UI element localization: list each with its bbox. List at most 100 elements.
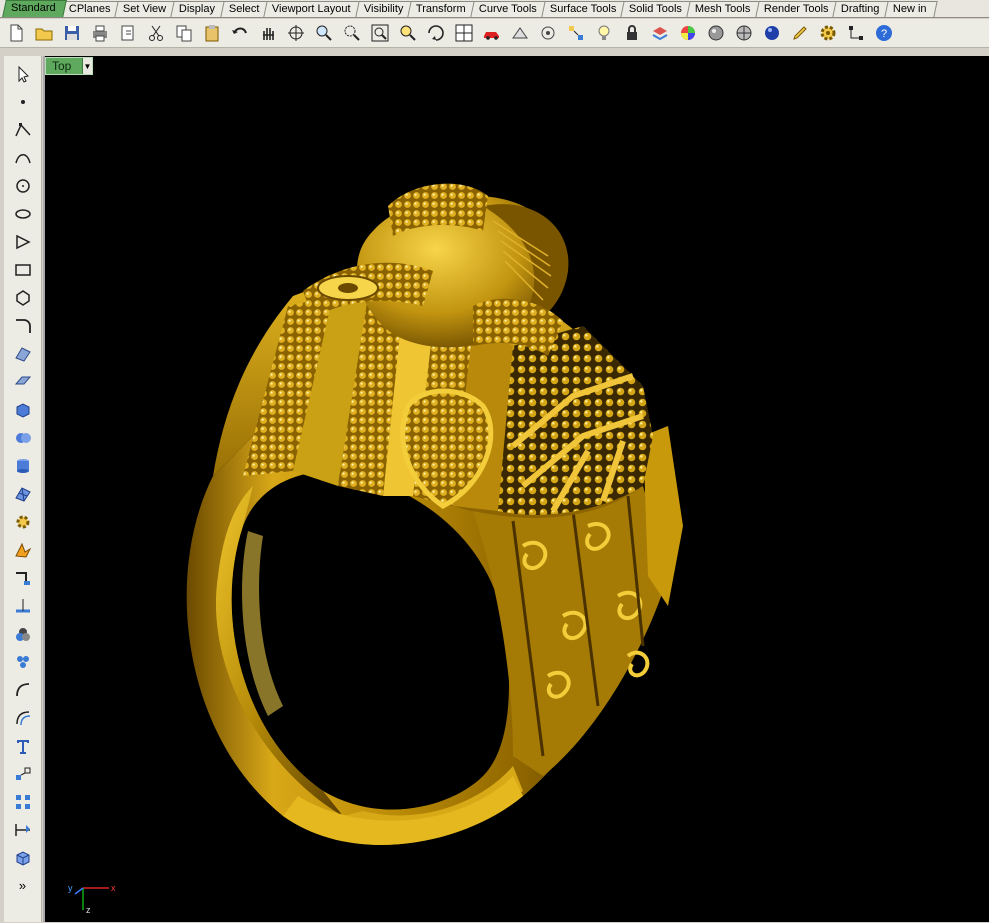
cplane-icon[interactable]	[536, 21, 560, 45]
fillet-icon[interactable]	[10, 315, 36, 337]
split-icon[interactable]	[10, 595, 36, 617]
four-viewports-icon[interactable]	[452, 21, 476, 45]
curve-icon[interactable]	[10, 147, 36, 169]
tab-standard[interactable]: Standard	[2, 0, 67, 17]
tab-label: Viewport Layout	[272, 3, 351, 15]
tab-surface-tools[interactable]: Surface Tools	[541, 1, 628, 17]
boolean-icon[interactable]	[10, 623, 36, 645]
object-properties-icon[interactable]	[508, 21, 532, 45]
tab-viewport-layout[interactable]: Viewport Layout	[263, 1, 362, 17]
rotate-view-3d-icon[interactable]	[424, 21, 448, 45]
tab-label: Render Tools	[763, 3, 829, 15]
color-wheel-icon[interactable]	[676, 21, 700, 45]
tab-visibility[interactable]: Visibility	[355, 1, 415, 17]
tab-select[interactable]: Select	[219, 1, 270, 17]
more-tools-button[interactable]: »	[19, 878, 26, 893]
save-icon[interactable]	[60, 21, 84, 45]
render-sphere-icon[interactable]	[760, 21, 784, 45]
toolbar-tab-strip: Standard CPlanes Set View Display Select View…	[0, 0, 989, 18]
undo-icon[interactable]	[228, 21, 252, 45]
tab-label: Solid Tools	[629, 3, 683, 15]
tab-mesh-tools[interactable]: Mesh Tools	[686, 1, 762, 17]
pen-icon[interactable]	[788, 21, 812, 45]
help-icon[interactable]: ?	[872, 21, 896, 45]
rectangle-icon[interactable]	[10, 259, 36, 281]
polyline-icon[interactable]	[10, 119, 36, 141]
tab-label: Set View	[123, 3, 167, 15]
scale-icon[interactable]	[10, 763, 36, 785]
axis-x-label: x	[111, 883, 116, 893]
svg-text:?: ?	[881, 28, 887, 40]
cylinder-icon[interactable]	[10, 455, 36, 477]
tab-solid-tools[interactable]: Solid Tools	[620, 1, 694, 17]
surface-icon[interactable]	[10, 343, 36, 365]
shade-icon[interactable]	[704, 21, 728, 45]
solid-union-icon[interactable]	[10, 427, 36, 449]
copy-icon[interactable]	[172, 21, 196, 45]
pan-hand-icon[interactable]	[256, 21, 280, 45]
extrude-icon[interactable]	[10, 371, 36, 393]
rotate-view-icon[interactable]	[284, 21, 308, 45]
zoom-window-icon[interactable]	[340, 21, 364, 45]
gold-ring-render	[186, 183, 683, 845]
text-icon[interactable]	[10, 735, 36, 757]
tab-render-tools[interactable]: Render Tools	[755, 1, 840, 17]
print-icon[interactable]	[88, 21, 112, 45]
options-gear-icon[interactable]	[816, 21, 840, 45]
chevron-down-icon[interactable]: ▼	[82, 58, 92, 74]
tab-set-view[interactable]: Set View	[114, 1, 178, 17]
osnap-icon[interactable]	[844, 21, 868, 45]
rendered-icon[interactable]	[732, 21, 756, 45]
rhino-window: Standard CPlanes Set View Display Select View…	[0, 0, 989, 923]
tab-drafting[interactable]: Drafting	[832, 1, 891, 17]
tab-transform[interactable]: Transform	[407, 1, 477, 17]
transform-icon[interactable]	[10, 511, 36, 533]
car-icon[interactable]	[480, 21, 504, 45]
point-icon[interactable]	[10, 91, 36, 113]
viewport-label[interactable]: Top	[46, 59, 82, 73]
box-icon[interactable]	[10, 399, 36, 421]
offset-icon[interactable]	[10, 707, 36, 729]
tab-label: Transform	[416, 3, 466, 15]
arc-icon[interactable]	[10, 231, 36, 253]
open-folder-icon[interactable]	[32, 21, 56, 45]
axis-z-label: z	[86, 905, 91, 915]
tab-label: CPlanes	[68, 3, 111, 15]
ellipse-icon[interactable]	[10, 203, 36, 225]
circle-icon[interactable]	[10, 175, 36, 197]
tab-label: Display	[179, 3, 216, 15]
cube-view-icon[interactable]	[10, 847, 36, 869]
tab-new-in[interactable]: New in	[884, 1, 938, 17]
tab-curve-tools[interactable]: Curve Tools	[470, 1, 548, 17]
import-icon[interactable]	[116, 21, 140, 45]
tab-label: Select	[228, 3, 260, 15]
polygon-icon[interactable]	[10, 287, 36, 309]
tab-cplanes[interactable]: CPlanes	[59, 1, 121, 17]
explode-icon[interactable]	[10, 539, 36, 561]
new-file-icon[interactable]	[4, 21, 28, 45]
snap-icon[interactable]	[564, 21, 588, 45]
layer-icon[interactable]	[648, 21, 672, 45]
group-icon[interactable]	[10, 651, 36, 673]
world-axes-icon: x y z	[68, 883, 116, 915]
zoom-icon[interactable]	[312, 21, 336, 45]
curve-fillet-icon[interactable]	[10, 679, 36, 701]
array-icon[interactable]	[10, 791, 36, 813]
zoom-selected-icon[interactable]	[396, 21, 420, 45]
lock-icon[interactable]	[620, 21, 644, 45]
trim-icon[interactable]	[10, 567, 36, 589]
zoom-extents-icon[interactable]	[368, 21, 392, 45]
standard-toolbar: ?	[0, 19, 989, 48]
tab-display[interactable]: Display	[170, 1, 227, 17]
cut-icon[interactable]	[144, 21, 168, 45]
light-bulb-icon[interactable]	[592, 21, 616, 45]
select-arrow-icon[interactable]	[10, 63, 36, 85]
mesh-icon[interactable]	[10, 483, 36, 505]
tab-label: Visibility	[363, 3, 404, 15]
dimension-icon[interactable]	[10, 819, 36, 841]
paste-icon[interactable]	[200, 21, 224, 45]
top-viewport[interactable]: Top ▼ x y z	[43, 56, 989, 922]
tab-label: Standard	[11, 2, 56, 14]
viewport-title-tab[interactable]: Top ▼	[45, 57, 93, 75]
tab-label: New in	[892, 3, 927, 15]
